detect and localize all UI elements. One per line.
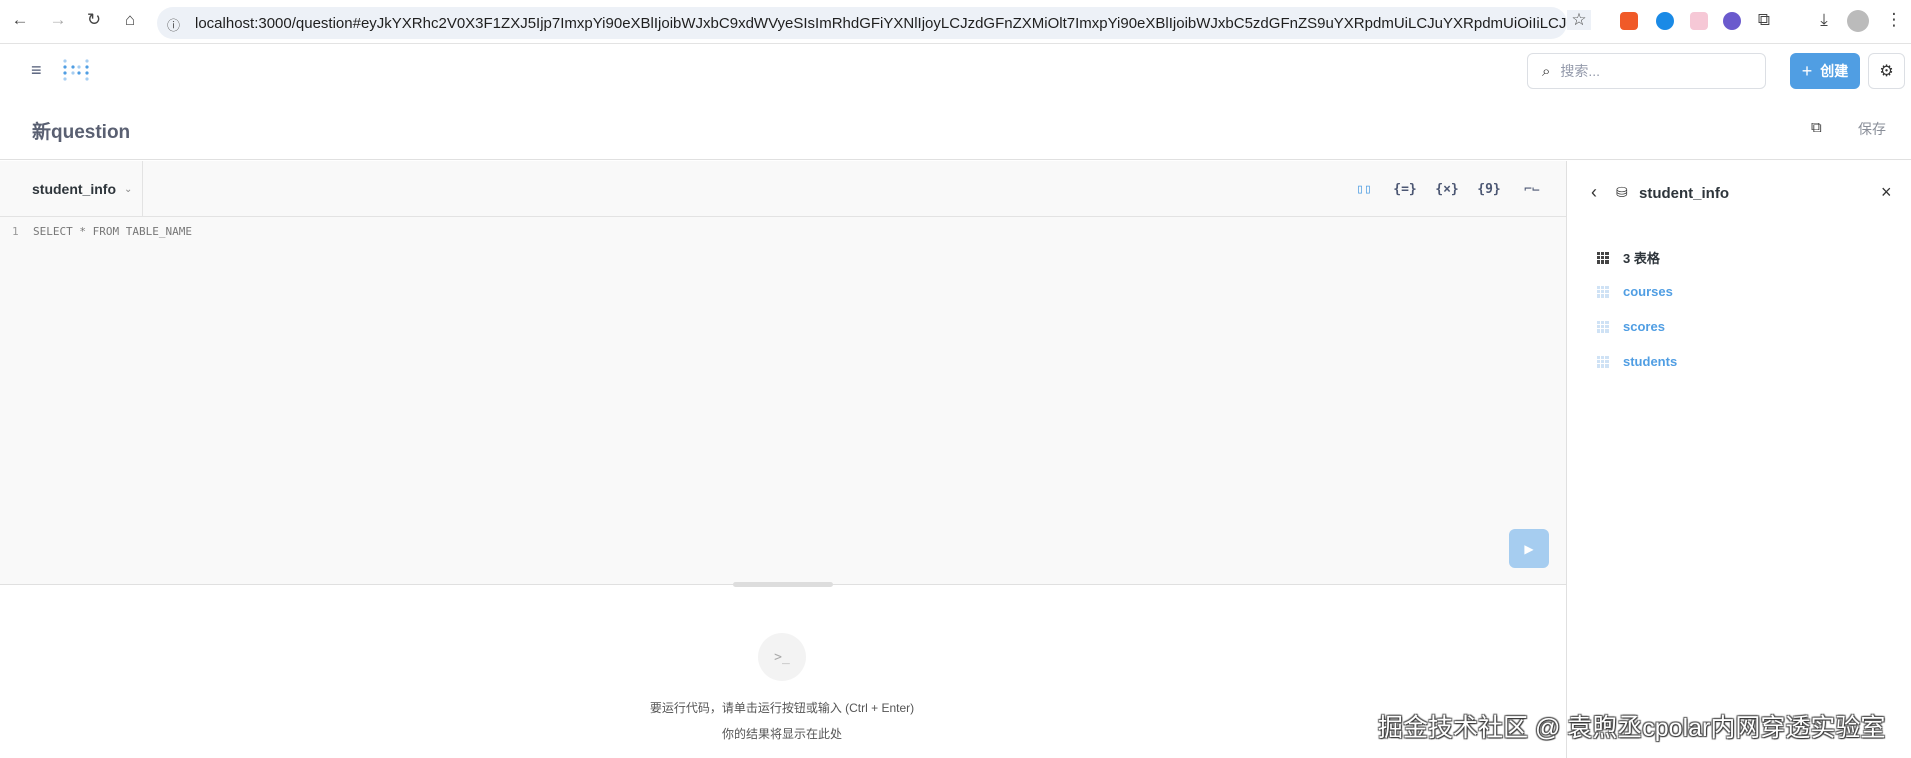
table-icon — [1597, 285, 1609, 298]
extensions-puzzle-icon[interactable]: ⧉ — [1752, 10, 1776, 30]
table-name: courses — [1623, 284, 1673, 299]
database-picker[interactable]: student_info ⌄ — [0, 161, 143, 217]
table-item-scores[interactable]: scores — [1597, 319, 1665, 334]
database-name: student_info — [32, 181, 116, 197]
resize-handle[interactable] — [733, 582, 833, 587]
table-count-label: 3 表格 — [1623, 251, 1660, 266]
chevron-down-icon: ⌄ — [124, 183, 133, 195]
database-icon: ⛁ — [1616, 184, 1628, 200]
extension-icon[interactable] — [1690, 12, 1708, 30]
run-query-button[interactable]: ▶ — [1509, 529, 1549, 568]
grid-icon — [1597, 251, 1609, 264]
table-item-students[interactable]: students — [1597, 354, 1677, 369]
search-placeholder: 搜索... — [1560, 63, 1601, 79]
table-icon — [1597, 355, 1609, 368]
sql-editor[interactable] — [0, 161, 1566, 584]
extension-icon[interactable] — [1656, 12, 1674, 30]
more-menu-icon[interactable]: ⋮ — [1882, 10, 1906, 30]
play-icon: ▶ — [1524, 541, 1534, 556]
table-count: 3 表格 — [1597, 248, 1660, 267]
metabase-logo-icon[interactable] — [62, 58, 90, 84]
forward-icon[interactable]: → — [46, 10, 70, 30]
back-chevron-icon[interactable]: ‹ — [1591, 182, 1597, 203]
back-icon[interactable]: ← — [8, 10, 32, 30]
extension-icon[interactable] — [1723, 12, 1741, 30]
editor-toolbar — [0, 161, 1566, 217]
preview-query-icon[interactable]: {9} — [1474, 178, 1504, 202]
address-bar[interactable]: localhost:3000/question#eyJkYXRhc2V0X3F1… — [157, 7, 1567, 39]
download-icon[interactable]: ⤓ — [1812, 10, 1836, 30]
table-item-courses[interactable]: courses — [1597, 284, 1673, 299]
hamburger-menu-icon[interactable]: ≡ — [31, 60, 42, 81]
plus-icon: + — [1801, 60, 1813, 81]
reload-icon[interactable]: ↻ — [82, 10, 106, 30]
data-reference-book-icon[interactable]: ▯▯ — [1349, 178, 1379, 202]
table-name: students — [1623, 354, 1678, 369]
create-label: 创建 — [1820, 63, 1849, 79]
table-name: scores — [1623, 319, 1665, 334]
terminal-icon: >_ — [758, 633, 806, 681]
profile-avatar[interactable] — [1847, 10, 1869, 32]
bookmark-star-icon[interactable]: ☆ — [1567, 10, 1591, 30]
gear-icon: ⚙ — [1879, 63, 1894, 80]
save-button[interactable]: 保存 — [1858, 119, 1886, 139]
extension-icon[interactable] — [1620, 12, 1638, 30]
snippets-icon[interactable]: {=} — [1390, 178, 1420, 202]
results-placeholder: 你的结果将显示在此处 — [721, 727, 842, 741]
share-icon[interactable]: ⧉ — [1811, 119, 1822, 136]
run-hint: 要运行代码，请单击运行按钮或输入 (Ctrl + Enter) — [649, 701, 915, 715]
page-title: 新question — [32, 122, 131, 143]
home-icon[interactable]: ⌂ — [118, 10, 142, 30]
collapse-icon[interactable]: ⌐⌙ — [1517, 178, 1547, 202]
watermark: 掘金技术社区 @ 袁煦丞cpolar内网穿透实验室 — [1378, 714, 1886, 742]
line-number: 1 — [12, 225, 19, 238]
code-line[interactable]: SELECT * FROM TABLE_NAME — [33, 225, 192, 238]
url-text: localhost:3000/question#eyJkYXRhc2V0X3F1… — [195, 14, 1567, 32]
sidebar-database-title: student_info — [1639, 185, 1729, 202]
variables-icon[interactable]: {×} — [1432, 178, 1462, 202]
create-button[interactable]: + 创建 — [1790, 53, 1860, 89]
search-input[interactable]: ⌕ 搜索... — [1527, 53, 1766, 89]
site-info-icon[interactable]: ⓘ — [167, 15, 180, 34]
settings-button[interactable]: ⚙ — [1868, 53, 1905, 89]
close-icon[interactable]: × — [1881, 182, 1892, 203]
table-icon — [1597, 320, 1609, 333]
search-icon: ⌕ — [1542, 62, 1551, 80]
